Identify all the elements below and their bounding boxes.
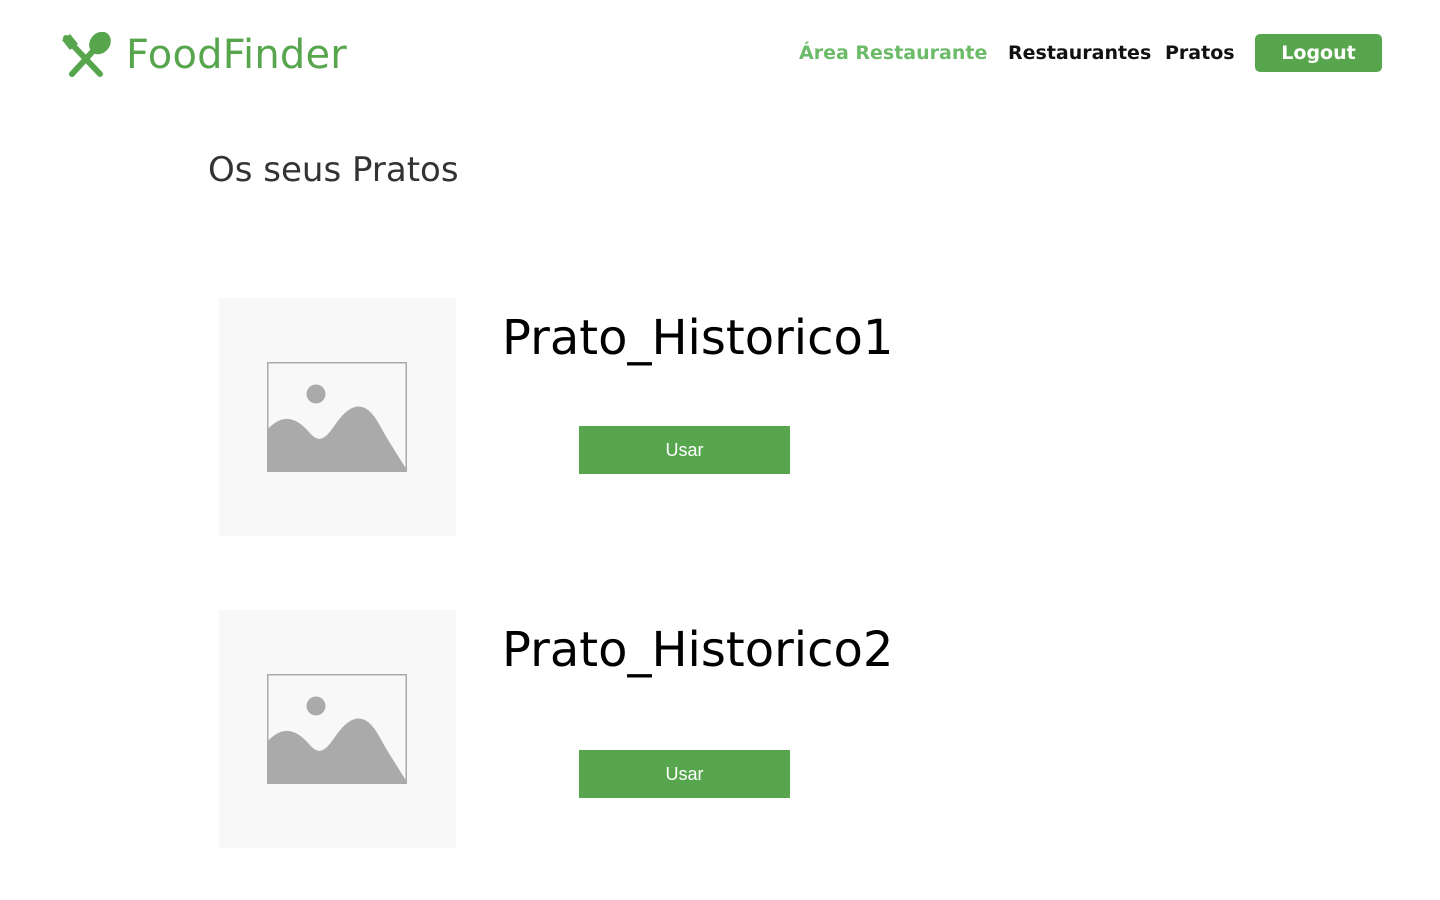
image-placeholder-icon [267, 674, 407, 784]
dish-image [219, 298, 456, 536]
logout-button[interactable]: Logout [1255, 34, 1382, 72]
top-header: FoodFinder Área Restaurante Restaurantes… [0, 0, 1440, 110]
image-placeholder-icon [267, 362, 407, 472]
dish-name: Prato_Historico1 [502, 310, 894, 366]
dish-card: Prato_Historico1 Usar [219, 298, 919, 536]
nav-pratos[interactable]: Pratos [1165, 34, 1235, 72]
nav-restaurantes[interactable]: Restaurantes [1008, 34, 1151, 72]
fork-and-spoon-icon [62, 32, 111, 77]
brand-name: FoodFinder [126, 32, 347, 78]
page-title: Os seus Pratos [208, 150, 459, 190]
brand-logo-link[interactable]: FoodFinder [60, 30, 347, 80]
dish-image [219, 610, 456, 848]
dish-name: Prato_Historico2 [502, 622, 894, 678]
use-dish-button[interactable]: Usar [579, 426, 790, 474]
dish-card: Prato_Historico2 Usar [219, 610, 919, 848]
use-dish-button[interactable]: Usar [579, 750, 790, 798]
nav-area-restaurante[interactable]: Área Restaurante [799, 34, 987, 72]
